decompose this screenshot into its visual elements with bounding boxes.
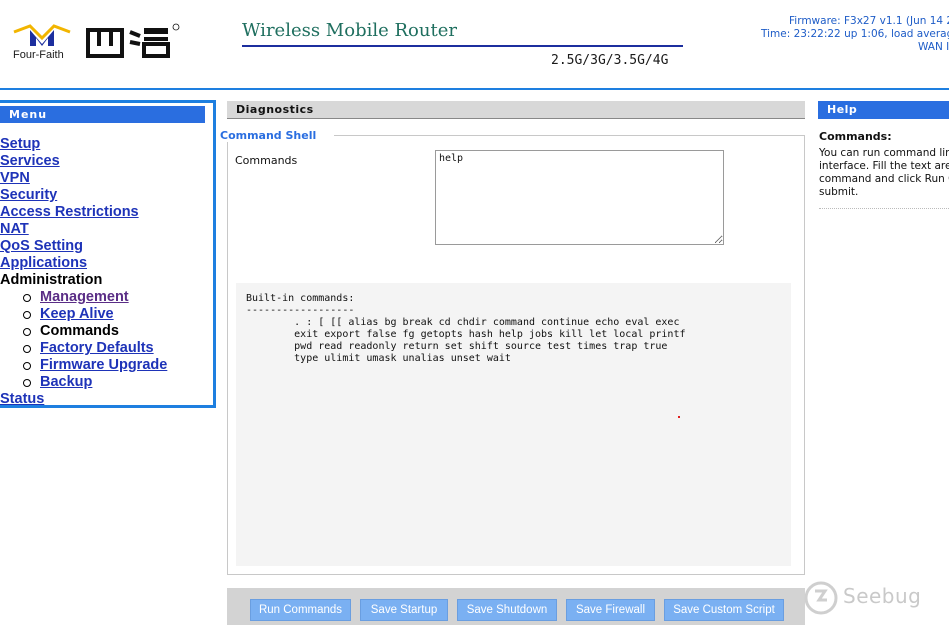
commands-label: Commands <box>235 154 298 167</box>
command-output-text: Built-in commands: ------------------ . … <box>246 293 686 364</box>
product-title: Wireless Mobile Router <box>242 20 457 41</box>
product-subtitle: 2.5G/3G/3.5G/4G <box>551 53 669 68</box>
commands-textarea[interactable]: help <box>435 150 724 245</box>
menu-item-services[interactable]: Services <box>0 153 167 170</box>
stray-pixel <box>678 416 680 418</box>
help-divider <box>819 208 949 209</box>
command-shell-legend: Command Shell <box>220 129 335 142</box>
wan-text: WAN I <box>918 41 949 53</box>
menu-item-firmware-upgrade[interactable]: Firmware Upgrade <box>0 357 167 374</box>
menu-item-commands: Commands <box>0 323 167 340</box>
firmware-text: Firmware: F3x27 v1.1 (Jun 14 20 <box>789 15 949 27</box>
menu-item-backup[interactable]: Backup <box>0 374 167 391</box>
save-firewall-button[interactable]: Save Firewall <box>566 599 655 621</box>
menu-item-nat[interactable]: NAT <box>0 221 167 238</box>
help-header: Help <box>818 101 949 119</box>
menu-item-qos[interactable]: QoS Setting <box>0 238 167 255</box>
run-commands-button[interactable]: Run Commands <box>250 599 351 621</box>
menu-item-vpn[interactable]: VPN <box>0 170 167 187</box>
menu-item-administration: Administration <box>0 272 103 288</box>
command-output: Built-in commands: ------------------ . … <box>236 283 791 566</box>
watermark-text: Seebug <box>843 584 922 608</box>
help-line: command and click Run Co <box>819 173 949 185</box>
sidebar-menu: Menu Setup Services VPN Security Access … <box>0 100 216 408</box>
logo-subtitle: Four-Faith <box>13 49 64 61</box>
menu-title: Menu <box>0 106 205 123</box>
help-line: You can run command line <box>819 147 949 159</box>
help-line: submit. <box>819 186 859 198</box>
menu-item-status[interactable]: Status <box>0 391 167 408</box>
help-title: Commands: <box>819 130 892 143</box>
save-startup-button[interactable]: Save Startup <box>360 599 448 621</box>
status-info: Firmware: F3x27 v1.1 (Jun 14 20 Time: 23… <box>700 10 949 60</box>
help-text: You can run command line interface. Fill… <box>819 147 949 199</box>
title-divider <box>242 45 683 47</box>
time-text: Time: 23:22:22 up 1:06, load average <box>761 28 949 40</box>
save-custom-script-button[interactable]: Save Custom Script <box>664 599 784 621</box>
menu-item-factory-defaults[interactable]: Factory Defaults <box>0 340 167 357</box>
menu-item-keep-alive[interactable]: Keep Alive <box>0 306 167 323</box>
save-shutdown-button[interactable]: Save Shutdown <box>457 599 557 621</box>
help-line: interface. Fill the text area <box>819 160 949 172</box>
menu-item-security[interactable]: Security <box>0 187 167 204</box>
page-header: Four-Faith Wireless Mobile Router 2.5G/3… <box>0 0 949 90</box>
menu-item-setup[interactable]: Setup <box>0 136 167 153</box>
menu-item-applications[interactable]: Applications <box>0 255 167 272</box>
menu-item-access-restrictions[interactable]: Access Restrictions <box>0 204 167 221</box>
diagnostics-header: Diagnostics <box>227 101 805 119</box>
menu-item-management[interactable]: Management <box>0 289 167 306</box>
menu-list: Setup Services VPN Security Access Restr… <box>0 136 167 408</box>
